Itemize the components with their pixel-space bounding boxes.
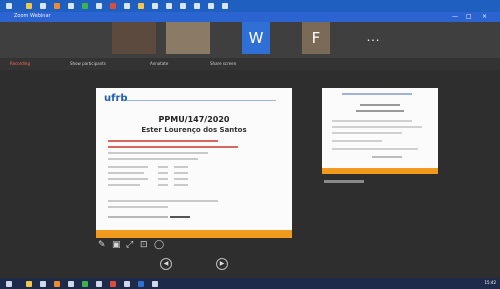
- app-icon[interactable]: [96, 3, 102, 9]
- text-line: [356, 110, 404, 112]
- app-icon[interactable]: [40, 281, 46, 287]
- text-line: [158, 172, 168, 174]
- text-line: [170, 216, 190, 218]
- minimize-button[interactable]: —: [452, 13, 458, 20]
- text-line: [332, 140, 382, 142]
- app-icon[interactable]: [68, 3, 74, 9]
- text-line: [108, 184, 140, 186]
- text-line: [332, 132, 402, 134]
- text-line: [158, 166, 168, 168]
- window-title-bar: Zoom Webinar — □ ×: [0, 12, 500, 22]
- participant-initial-tile[interactable]: W: [242, 22, 270, 54]
- text-line: [108, 216, 168, 218]
- participant-strip: W F: [0, 22, 500, 58]
- app-icon[interactable]: [110, 281, 116, 287]
- start-icon[interactable]: [6, 3, 12, 9]
- app-icon[interactable]: [152, 3, 158, 9]
- text-line: [108, 178, 148, 180]
- app-icon[interactable]: [138, 281, 144, 287]
- app-icon[interactable]: [54, 281, 60, 287]
- participant-initial-tile[interactable]: F: [302, 22, 330, 54]
- text-line: [108, 152, 208, 154]
- text-line: [108, 172, 144, 174]
- text-line: [332, 120, 412, 122]
- participant-video-tile[interactable]: [112, 22, 156, 54]
- app-icon[interactable]: [40, 3, 46, 9]
- system-clock: 15:42: [484, 280, 496, 285]
- select-icon[interactable]: ▣: [112, 240, 121, 250]
- app-icon[interactable]: [166, 3, 172, 9]
- shared-slide-thumbnail[interactable]: [322, 88, 438, 174]
- circle-icon[interactable]: ◯: [154, 240, 164, 250]
- meeting-toolbar: Recording Show participants Annotate Sha…: [0, 58, 500, 70]
- screen-icon[interactable]: ⊡: [140, 240, 148, 250]
- pen-icon[interactable]: ✎: [98, 240, 106, 250]
- text-line: [360, 104, 400, 106]
- toolbar-item[interactable]: Annotate: [150, 61, 168, 66]
- text-line: [158, 178, 168, 180]
- maximize-button[interactable]: □: [466, 13, 472, 20]
- app-icon[interactable]: [124, 281, 130, 287]
- app-icon[interactable]: [82, 3, 88, 9]
- app-icon[interactable]: [110, 3, 116, 9]
- toolbar-item[interactable]: Share screen: [210, 61, 236, 66]
- text-line: [174, 172, 188, 174]
- app-icon[interactable]: [68, 281, 74, 287]
- text-line: [108, 206, 168, 208]
- app-icon[interactable]: [152, 281, 158, 287]
- start-icon[interactable]: [6, 281, 12, 287]
- text-line: [174, 184, 188, 186]
- text-line: [108, 140, 218, 142]
- participant-initial: W: [248, 29, 264, 47]
- app-icon[interactable]: [138, 3, 144, 9]
- text-line: [372, 156, 402, 158]
- text-line: [108, 158, 198, 160]
- app-icon[interactable]: [180, 3, 186, 9]
- slide-footer-bar: [322, 168, 438, 174]
- app-icon[interactable]: [96, 281, 102, 287]
- folder-icon[interactable]: [26, 281, 32, 287]
- text-line: [108, 200, 218, 202]
- text-line: [342, 93, 412, 95]
- next-slide-button[interactable]: ▶: [216, 258, 228, 270]
- bottom-taskbar: [0, 278, 500, 289]
- slide-heading: PPMU/147/2020: [158, 115, 230, 124]
- participant-video-tile[interactable]: [166, 22, 210, 54]
- close-button[interactable]: ×: [482, 13, 487, 20]
- slide-name: Ester Lourenço dos Santos: [141, 126, 247, 134]
- slide-header-line: [126, 94, 276, 101]
- app-icon[interactable]: [82, 281, 88, 287]
- participant-initial: F: [311, 29, 321, 47]
- recording-indicator[interactable]: Recording: [10, 61, 30, 66]
- text-line: [332, 148, 418, 150]
- app-icon[interactable]: [124, 3, 130, 9]
- ufrb-logo: ufrb: [104, 93, 128, 104]
- text-line: [108, 146, 238, 148]
- toolbar-item[interactable]: Show participants: [70, 61, 106, 66]
- text-line: [332, 126, 422, 128]
- slide-footer-bar: [96, 230, 292, 238]
- app-icon[interactable]: [194, 3, 200, 9]
- text-line: [174, 166, 188, 168]
- app-icon[interactable]: [54, 3, 60, 9]
- text-line: [108, 166, 148, 168]
- app-icon[interactable]: [222, 3, 228, 9]
- thumbnail-caption: [324, 180, 364, 183]
- prev-slide-button[interactable]: ◀: [160, 258, 172, 270]
- text-line: [158, 184, 168, 186]
- folder-icon[interactable]: [26, 3, 32, 9]
- top-taskbar: [0, 0, 500, 12]
- text-line: [174, 178, 188, 180]
- shared-slide-main[interactable]: ufrb PPMU/147/2020 Ester Lourenço dos Sa…: [96, 88, 292, 238]
- app-icon[interactable]: [208, 3, 214, 9]
- more-participants-button[interactable]: • • •: [367, 38, 379, 44]
- expand-icon[interactable]: ⤢: [126, 240, 133, 250]
- window-title: Zoom Webinar: [14, 13, 51, 19]
